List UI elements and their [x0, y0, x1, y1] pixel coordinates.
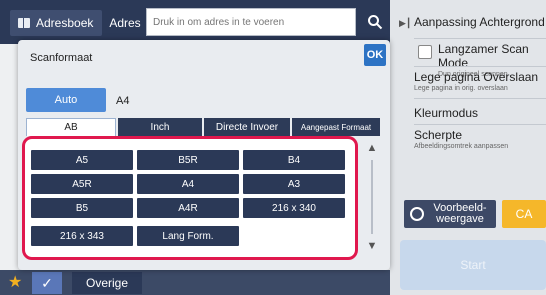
option-title: Aanpassing Achtergrond — [414, 15, 545, 29]
addressbook-button[interactable]: Adresboek — [10, 10, 102, 36]
tab-custom-size[interactable]: Aangepast Formaat — [292, 118, 380, 136]
size-button-a5r[interactable]: A5R — [31, 174, 133, 194]
others-button[interactable]: Overige — [72, 272, 142, 294]
option-sharpness[interactable]: Scherpte Afbeeldingsomtrek aanpassen — [414, 128, 546, 150]
option-title: Kleurmodus — [414, 106, 479, 120]
preview-label: Voorbeeld-weergave — [433, 202, 487, 225]
size-button-long-form[interactable]: Lang Form. — [137, 226, 239, 246]
address-input[interactable] — [146, 8, 356, 36]
checkmark-icon: ✓ — [41, 274, 53, 291]
size-button-b5r[interactable]: B5R — [137, 150, 239, 170]
tab-inch[interactable]: Inch — [118, 118, 202, 136]
preview-icon — [410, 207, 424, 221]
divider — [414, 124, 546, 125]
size-grid: A5 B5R B4 A5R A4 A3 B5 A4R 216 x 340 216… — [22, 136, 358, 260]
option-title: Scherpte — [414, 128, 463, 142]
preview-button[interactable]: Voorbeeld-weergave — [404, 200, 496, 228]
scroll-track — [371, 160, 373, 234]
checkmark-button[interactable]: ✓ — [32, 272, 62, 294]
size-button-a5[interactable]: A5 — [31, 150, 133, 170]
divider — [414, 66, 546, 67]
size-scrollbar[interactable]: ▲ ▼ — [362, 140, 382, 256]
size-button-a3[interactable]: A3 — [243, 174, 345, 194]
scroll-down-icon[interactable]: ▼ — [366, 240, 378, 252]
favorite-star-icon[interactable]: ★ — [8, 274, 28, 292]
screen: Adresboek Adres ▶┃ Aanpassing Achtergron… — [0, 0, 546, 295]
size-button-b5[interactable]: B5 — [31, 198, 133, 218]
auto-button[interactable]: Auto — [26, 88, 106, 112]
option-subtitle: Lege pagina in orig. overslaan — [414, 85, 508, 92]
search-icon — [368, 15, 383, 30]
divider — [414, 38, 546, 39]
size-button-216x343[interactable]: 216 x 343 — [31, 226, 133, 246]
collapse-arrow-icon[interactable]: ▶┃ — [399, 18, 411, 29]
tab-ab[interactable]: AB — [26, 118, 116, 136]
option-subtitle: Afbeeldingsomtrek aanpassen — [414, 143, 509, 150]
option-color-mode[interactable]: Kleurmodus — [414, 106, 546, 120]
option-title: Lege pagina Overslaan — [414, 70, 539, 84]
divider — [414, 98, 546, 99]
selected-size-value: A4 — [116, 95, 130, 107]
start-button[interactable]: Start — [400, 240, 546, 290]
scroll-up-icon[interactable]: ▲ — [366, 142, 378, 154]
size-button-b4[interactable]: B4 — [243, 150, 345, 170]
dialog-title: Scanformaat — [30, 52, 93, 64]
ok-button[interactable]: OK — [364, 44, 386, 66]
scan-size-dialog: Scanformaat OK Auto A4 AB Inch Directe I… — [18, 40, 390, 270]
slow-scan-checkbox[interactable] — [418, 45, 432, 59]
top-bar: Adresboek Adres — [0, 0, 390, 44]
addressbook-icon — [18, 18, 30, 28]
size-button-a4r[interactable]: A4R — [137, 198, 239, 218]
size-button-216x340[interactable]: 216 x 340 — [243, 198, 345, 218]
tab-direct-input[interactable]: Directe Invoer — [204, 118, 290, 136]
addressbook-label: Adresboek — [36, 16, 94, 30]
address-tab[interactable]: Adres — [106, 10, 144, 36]
size-button-a4[interactable]: A4 — [137, 174, 239, 194]
option-background-adjust[interactable]: Aanpassing Achtergrond — [414, 15, 546, 29]
clear-all-button[interactable]: CA — [502, 200, 546, 228]
option-skip-blank-page[interactable]: Lege pagina Overslaan Lege pagina in ori… — [414, 70, 546, 92]
search-button[interactable] — [360, 8, 390, 36]
